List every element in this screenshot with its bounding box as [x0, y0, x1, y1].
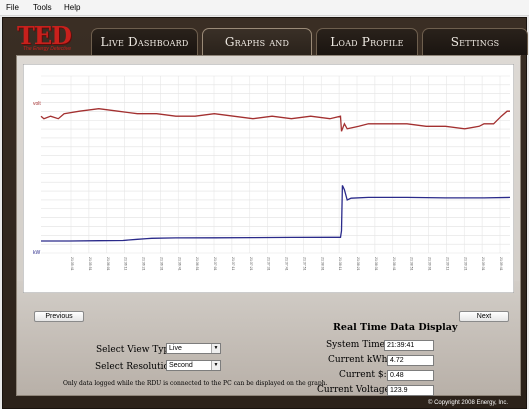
system-time-label: System Time:	[326, 340, 388, 350]
x-tick-label: 21:38:01	[320, 257, 324, 271]
tab-settings[interactable]: Settings	[422, 28, 528, 55]
copyright-text: © Copyright 2008 Energy, Inc.	[428, 400, 509, 406]
chart-grid	[41, 75, 510, 254]
x-tick-label: 21:35:41	[70, 257, 74, 271]
tab-graphs-and-charts[interactable]: Graphs and Charts	[202, 28, 312, 76]
x-tick-label: 21:38:11	[338, 257, 342, 270]
ted-logo: TED The Energy Detective	[17, 21, 85, 54]
dropdown-arrow-icon: ▼	[211, 344, 220, 353]
tab-load-profile[interactable]: Load Profile	[316, 28, 418, 55]
menu-help[interactable]: Help	[64, 3, 80, 12]
x-tick-label: 21:37:51	[302, 257, 306, 271]
current-cost-label: Current $:	[339, 370, 387, 380]
x-tick-label: 21:36:21	[142, 257, 146, 271]
x-tick-label: 21:39:21	[463, 257, 467, 271]
x-tick-label: 21:37:21	[249, 257, 253, 271]
x-tick-label: 21:36:41	[177, 257, 181, 271]
menu-tools[interactable]: Tools	[33, 3, 52, 12]
resolution-value: Second	[169, 362, 193, 369]
data-note: Only data logged while the RDU is connec…	[63, 380, 328, 387]
x-tick-label: 21:37:01	[213, 257, 217, 271]
x-tick-label: 21:38:21	[356, 257, 360, 271]
x-tick-label: 21:38:41	[392, 257, 396, 271]
series-label-kw: kW	[33, 250, 41, 256]
next-button[interactable]: Next	[459, 311, 509, 322]
x-tick-label: 21:36:01	[106, 257, 110, 271]
x-tick-label: 21:37:31	[267, 257, 271, 271]
series-label-volt: volt	[33, 101, 41, 107]
x-tick-label: 21:36:31	[159, 257, 163, 271]
current-kwh-label: Current kWh:	[328, 355, 391, 365]
previous-button[interactable]: Previous	[34, 311, 84, 322]
current-voltage-field: 123.9	[387, 385, 434, 396]
system-time-field: 21:39:41	[384, 340, 434, 351]
x-tick-label: 21:38:51	[410, 257, 414, 271]
x-tick-label: 21:36:11	[124, 257, 128, 270]
graphs-panel: 21:35:41 21:35:51 21:36:01 21:36:11 21:36:21…	[16, 55, 521, 396]
x-tick-label: 21:39:31	[481, 257, 485, 271]
menu-file[interactable]: File	[6, 3, 19, 12]
x-tick-label: 21:39:41	[499, 257, 503, 271]
tab-live-dashboard[interactable]: Live Dashboard	[91, 28, 198, 55]
logo-tagline: The Energy Detective	[23, 46, 72, 52]
menu-bar: File Tools Help	[0, 0, 529, 16]
live-chart: 21:35:41 21:35:51 21:36:01 21:36:11 21:36:21…	[23, 64, 514, 293]
x-tick-label: 21:39:01	[428, 257, 432, 271]
view-type-value: Live	[169, 345, 182, 352]
x-tick-label: 21:35:51	[88, 257, 92, 271]
x-tick-label: 21:37:41	[285, 257, 289, 271]
x-tick-label: 21:39:11	[445, 257, 449, 270]
current-cost-field: 0.48	[387, 370, 434, 381]
view-type-select[interactable]: Live ▼	[166, 343, 221, 354]
app-window: TED The Energy Detective Live Dashboard …	[2, 17, 528, 409]
x-tick-label: 21:36:51	[195, 257, 199, 271]
dropdown-arrow-icon: ▼	[211, 361, 220, 370]
controls-area	[17, 281, 520, 395]
x-tick-label: 21:38:31	[374, 257, 378, 271]
realtime-title: Real Time Data Display	[333, 322, 458, 333]
resolution-select[interactable]: Second ▼	[166, 360, 221, 371]
x-tick-label: 21:37:11	[231, 257, 235, 270]
current-voltage-label: Current Voltage:	[317, 385, 393, 395]
current-kwh-field: 4.72	[387, 355, 434, 366]
chart-svg: 21:35:41 21:35:51 21:36:01 21:36:11 21:36:21…	[23, 64, 514, 293]
